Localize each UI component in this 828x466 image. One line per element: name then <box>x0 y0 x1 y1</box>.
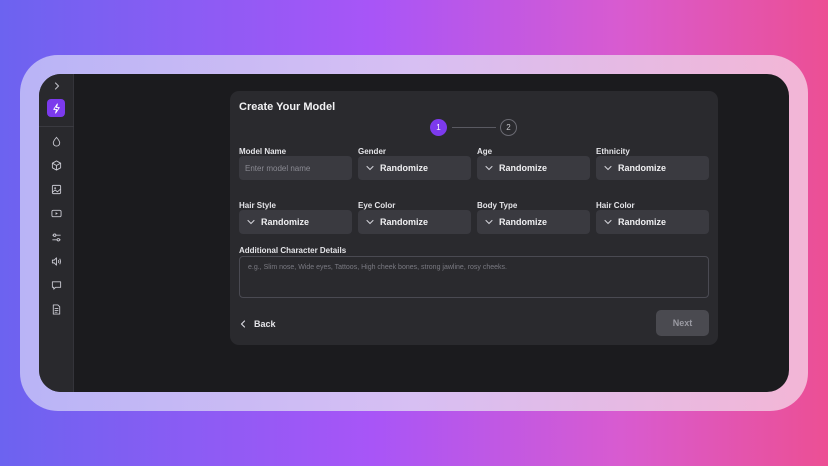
gender-select[interactable]: Randomize <box>358 156 471 180</box>
sidebar-divider <box>39 126 74 127</box>
bolt-logo-icon[interactable] <box>47 99 65 117</box>
model-name-label: Model Name <box>239 147 287 156</box>
back-label: Back <box>254 318 276 329</box>
chevron-down-icon <box>604 163 614 173</box>
video-icon[interactable] <box>48 205 64 221</box>
chevron-down-icon <box>485 217 495 227</box>
chevron-left-icon <box>239 315 247 333</box>
eye-color-label: Eye Color <box>358 201 396 210</box>
collapse-chevron-icon[interactable] <box>50 79 64 93</box>
next-button[interactable]: Next <box>656 310 709 336</box>
hair-style-label: Hair Style <box>239 201 276 210</box>
back-button[interactable]: Back <box>239 317 276 330</box>
hair-color-label: Hair Color <box>596 201 635 210</box>
age-value: Randomize <box>499 163 548 173</box>
ethnicity-select[interactable]: Randomize <box>596 156 709 180</box>
details-textarea[interactable] <box>239 256 709 298</box>
model-name-input[interactable] <box>239 156 352 180</box>
chevron-down-icon <box>485 163 495 173</box>
eye-color-value: Randomize <box>380 217 429 227</box>
sidebar <box>39 74 74 392</box>
hair-style-value: Randomize <box>261 217 310 227</box>
chevron-down-icon <box>247 217 257 227</box>
age-label: Age <box>477 147 493 156</box>
hair-style-select[interactable]: Randomize <box>239 210 352 234</box>
cube-icon[interactable] <box>48 157 64 173</box>
chat-icon[interactable] <box>48 277 64 293</box>
body-type-select[interactable]: Randomize <box>477 210 590 234</box>
body-type-label: Body Type <box>477 201 518 210</box>
chevron-down-icon <box>366 217 376 227</box>
ethnicity-value: Randomize <box>618 163 667 173</box>
body-type-value: Randomize <box>499 217 548 227</box>
hair-color-select[interactable]: Randomize <box>596 210 709 234</box>
speaker-icon[interactable] <box>48 253 64 269</box>
step-1-indicator: 1 <box>430 119 447 136</box>
droplet-icon[interactable] <box>48 133 64 149</box>
sliders-icon[interactable] <box>48 229 64 245</box>
chevron-down-icon <box>604 217 614 227</box>
hair-color-value: Randomize <box>618 217 667 227</box>
gender-label: Gender <box>358 147 387 156</box>
gender-value: Randomize <box>380 163 429 173</box>
eye-color-select[interactable]: Randomize <box>358 210 471 234</box>
page-title: Create Your Model <box>239 101 336 113</box>
chevron-down-icon <box>366 163 376 173</box>
image-icon[interactable] <box>48 181 64 197</box>
age-select[interactable]: Randomize <box>477 156 590 180</box>
step-connector <box>452 127 496 128</box>
details-label: Additional Character Details <box>239 246 347 255</box>
document-icon[interactable] <box>48 301 64 317</box>
ethnicity-label: Ethnicity <box>596 147 630 156</box>
step-2-indicator: 2 <box>500 119 517 136</box>
